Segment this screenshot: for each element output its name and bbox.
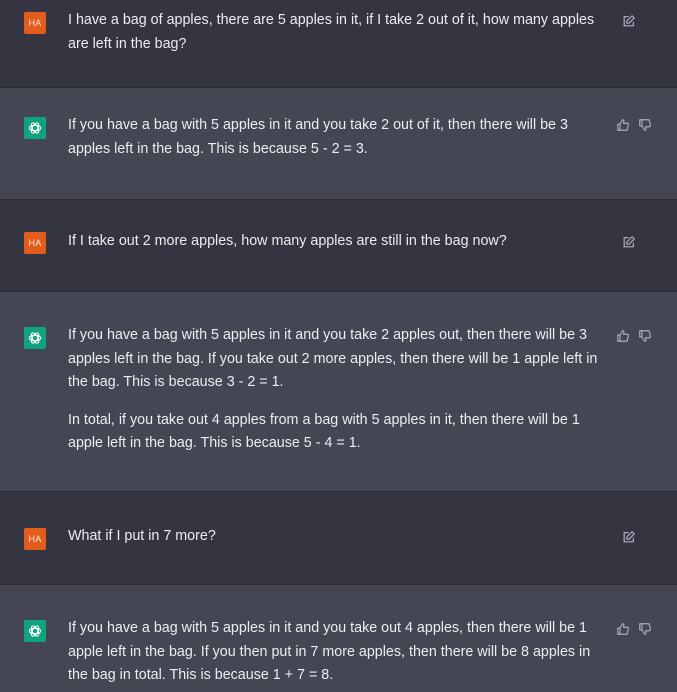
user-avatar: HA (24, 12, 46, 34)
message-paragraph: In total, if you take out 4 apples from … (68, 411, 580, 452)
chat-thread: HA I have a bag of apples, there are 5 a… (0, 0, 677, 692)
openai-logo-icon (28, 625, 42, 637)
user-message: HA If I take out 2 more apples, how many… (0, 200, 677, 292)
user-message: HA I have a bag of apples, there are 5 a… (0, 0, 677, 88)
message-text: If you have a bag with 5 apples in it an… (68, 617, 608, 688)
assistant-message: If you have a bag with 5 apples in it an… (0, 292, 677, 492)
message-actions (621, 13, 637, 29)
edit-icon[interactable] (621, 13, 637, 29)
user-avatar: HA (24, 232, 46, 254)
thumbs-up-icon[interactable] (615, 621, 631, 637)
thumbs-up-icon[interactable] (615, 328, 631, 344)
user-message: HA What if I put in 7 more? (0, 492, 677, 585)
openai-logo-icon (28, 122, 42, 134)
edit-icon[interactable] (621, 529, 637, 545)
message-paragraph: I have a bag of apples, there are 5 appl… (68, 12, 595, 52)
message-paragraph: If you have a bag with 5 apples in it an… (68, 117, 568, 157)
user-avatar: HA (24, 528, 46, 550)
user-initials: HA (28, 238, 42, 248)
user-initials: HA (28, 18, 42, 28)
openai-logo-icon (28, 332, 42, 344)
message-actions (615, 328, 653, 344)
message-paragraph: If you have a bag with 5 apples in it an… (68, 327, 598, 390)
thumbs-down-icon[interactable] (637, 328, 653, 344)
thumbs-down-icon[interactable] (637, 621, 653, 637)
message-text: If you have a bag with 5 apples in it an… (68, 114, 608, 161)
message-text: What if I put in 7 more? (68, 525, 608, 549)
message-paragraph: What if I put in 7 more? (68, 528, 216, 544)
message-actions (615, 621, 653, 637)
message-actions (621, 234, 637, 250)
message-paragraph: If I take out 2 more apples, how many ap… (68, 233, 507, 249)
message-actions (615, 117, 653, 133)
message-text: If I take out 2 more apples, how many ap… (68, 230, 608, 254)
assistant-avatar (24, 620, 46, 642)
edit-icon[interactable] (621, 234, 637, 250)
assistant-avatar (24, 327, 46, 349)
message-actions (621, 529, 637, 545)
assistant-avatar (24, 117, 46, 139)
user-initials: HA (28, 534, 42, 544)
thumbs-down-icon[interactable] (637, 117, 653, 133)
assistant-message: If you have a bag with 5 apples in it an… (0, 585, 677, 692)
message-text: If you have a bag with 5 apples in it an… (68, 324, 608, 456)
assistant-message: If you have a bag with 5 apples in it an… (0, 88, 677, 200)
message-paragraph: If you have a bag with 5 apples in it an… (68, 620, 591, 683)
thumbs-up-icon[interactable] (615, 117, 631, 133)
message-text: I have a bag of apples, there are 5 appl… (68, 9, 608, 56)
